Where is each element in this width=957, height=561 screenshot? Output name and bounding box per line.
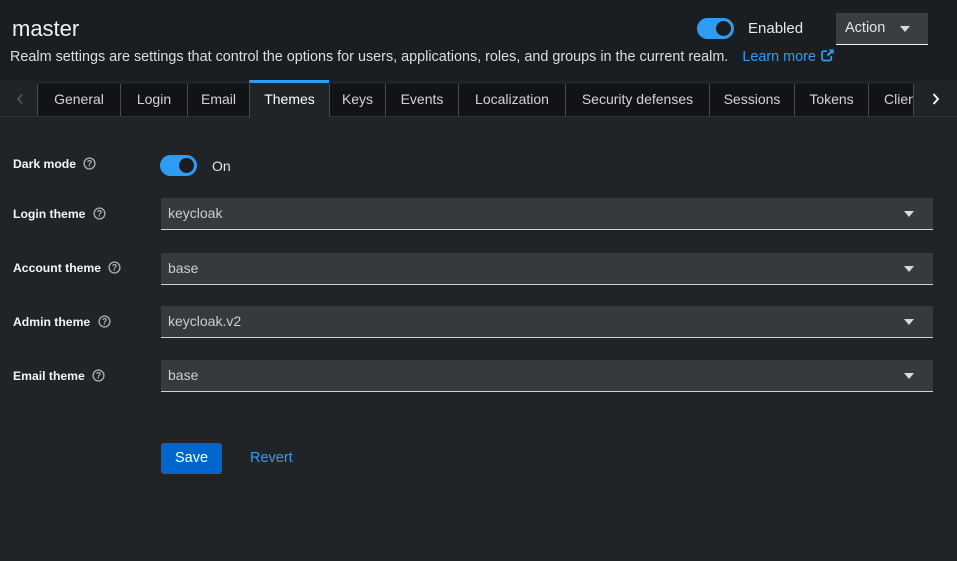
svg-text:?: ? <box>96 370 101 380</box>
svg-text:?: ? <box>87 158 92 168</box>
svg-text:?: ? <box>101 316 106 326</box>
svg-text:?: ? <box>97 208 102 218</box>
svg-text:?: ? <box>112 262 117 272</box>
